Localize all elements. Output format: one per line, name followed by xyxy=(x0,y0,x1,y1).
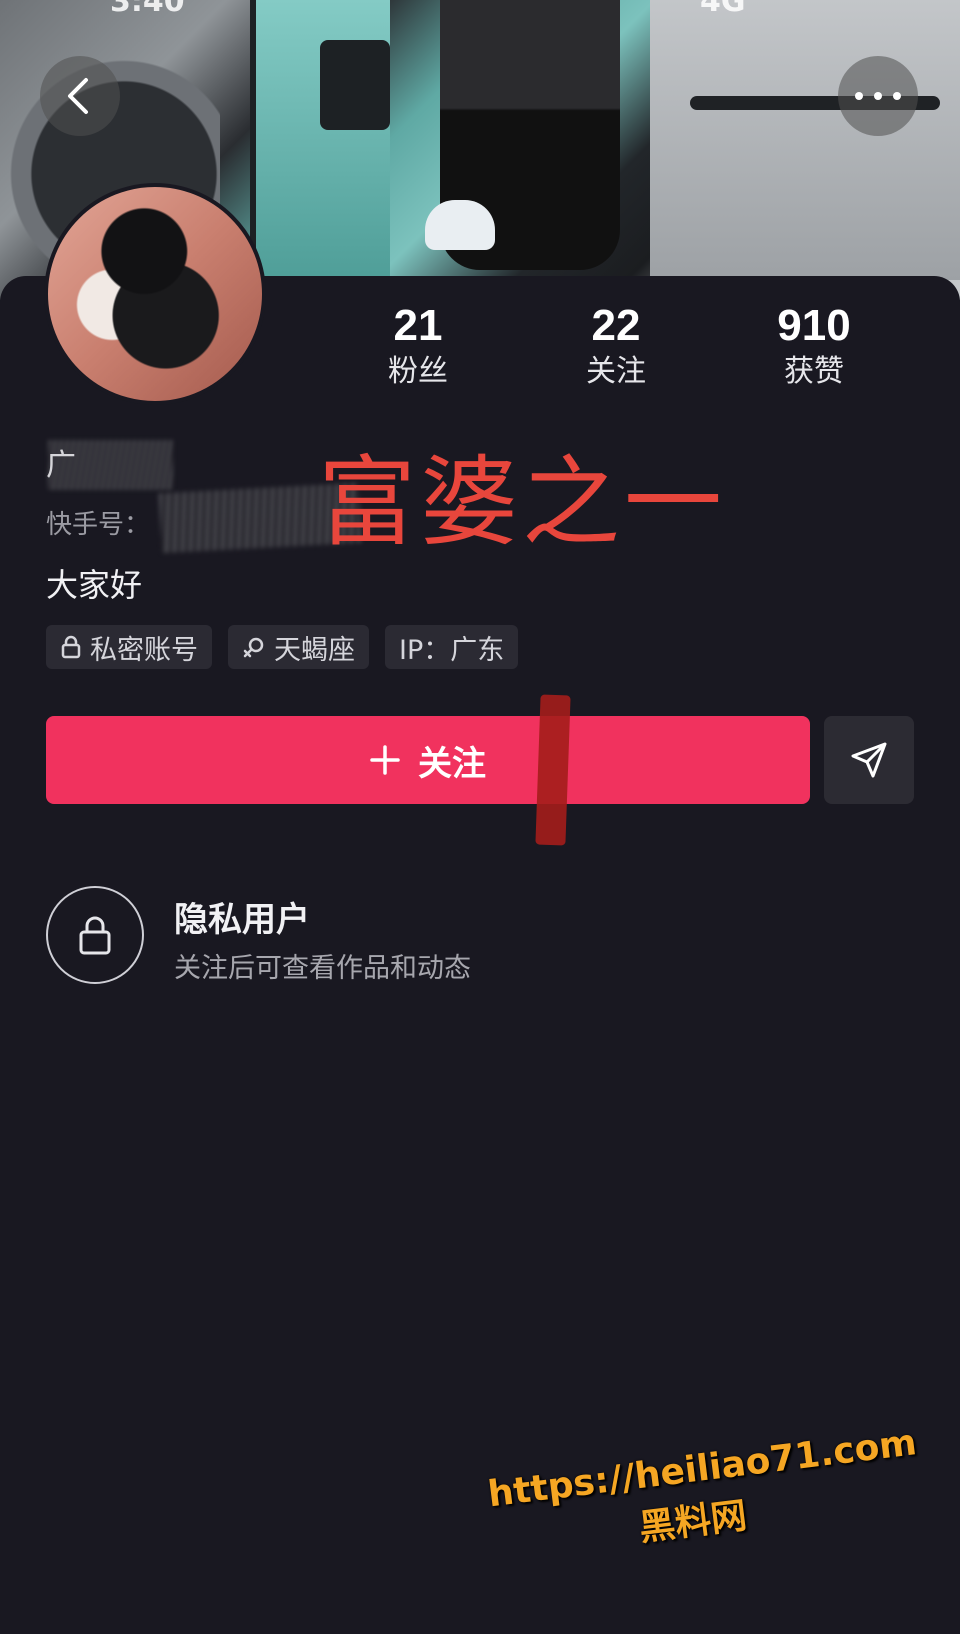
tag-zodiac-label: 天蝎座 xyxy=(274,634,355,666)
annotation-text: 富婆之一 xyxy=(318,446,727,560)
stat-likes[interactable]: 910 获赞 xyxy=(749,300,879,392)
send-icon xyxy=(851,742,887,778)
cover-shoe xyxy=(425,200,495,250)
stat-followers[interactable]: 21 粉丝 xyxy=(353,300,483,392)
tag-zodiac: 天蝎座 xyxy=(228,625,369,669)
private-lock-badge xyxy=(46,886,144,984)
followers-label: 粉丝 xyxy=(388,354,448,389)
following-label: 关注 xyxy=(586,354,646,389)
cover-door-panel xyxy=(320,40,390,130)
cover-car-right xyxy=(650,0,960,280)
followers-count: 21 xyxy=(393,301,443,350)
tag-ip-label: IP：广东 xyxy=(399,634,505,666)
tag-private-label: 私密账号 xyxy=(90,634,198,666)
stat-following[interactable]: 22 关注 xyxy=(551,300,681,392)
back-button[interactable] xyxy=(40,56,120,136)
user-bio: 大家好 xyxy=(46,566,143,604)
private-user-subtitle: 关注后可查看作品和动态 xyxy=(174,953,471,984)
plus-icon xyxy=(370,745,400,775)
status-network: 4G xyxy=(700,0,746,19)
kuaishou-id-label: 快手号： xyxy=(46,510,151,540)
private-user-title: 隐私用户 xyxy=(174,900,310,940)
more-options-button[interactable] xyxy=(838,56,918,136)
annotation-red-mark xyxy=(535,694,571,846)
username-partial: 广 xyxy=(46,448,76,483)
more-icon xyxy=(855,92,901,100)
padlock-icon xyxy=(79,916,111,955)
send-message-button[interactable] xyxy=(824,716,914,804)
follow-button-label: 关注 xyxy=(418,743,486,784)
lock-icon xyxy=(61,635,81,659)
likes-count: 910 xyxy=(777,301,851,350)
tag-private-account: 私密账号 xyxy=(46,625,212,669)
likes-label: 获赞 xyxy=(784,354,844,389)
zodiac-icon xyxy=(243,637,264,658)
user-avatar[interactable] xyxy=(44,183,266,405)
following-count: 22 xyxy=(591,301,641,350)
status-time: 3:40 xyxy=(110,0,185,19)
tag-ip-location: IP：广东 xyxy=(385,625,519,669)
profile-tags: 私密账号 天蝎座 IP：广东 xyxy=(46,625,519,669)
follow-button[interactable]: 关注 xyxy=(46,716,810,804)
chevron-left-icon xyxy=(68,78,88,114)
